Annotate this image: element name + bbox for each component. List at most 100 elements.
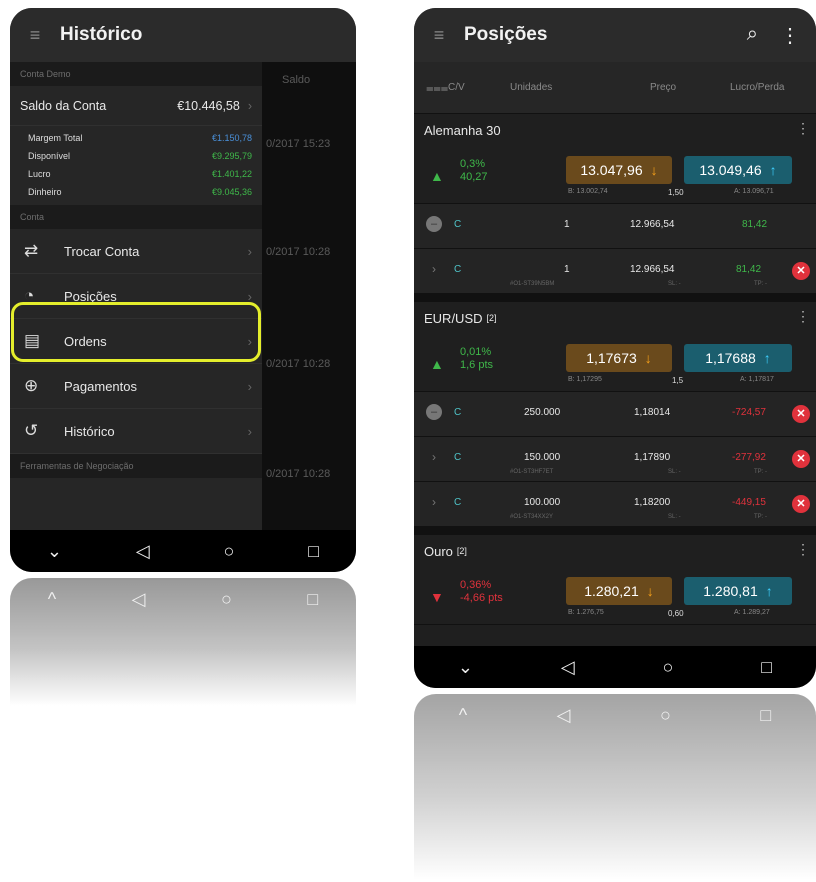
currency-icon: ⊕ [24,376,39,395]
change-percent: 0,01% [460,346,492,358]
left-phone: ≡ Histórico Conta Demo Saldo da Conta €1… [10,8,356,572]
instrument-title: EUR/USD [2] ⋮ [414,302,816,334]
position-side: C [454,264,462,275]
position-units: 1 [564,219,570,230]
take-profit: TP: - [754,514,767,520]
left-system-nav-bar: ⌄ ◁ ○ □ [10,530,356,572]
position-units: 150.000 [524,452,561,463]
change-percent: 0,36% [460,579,492,591]
bid-low: B: 1.276,75 [568,609,604,616]
separator [414,294,816,302]
right-system-nav-bar: ⌄ ◁ ○ □ [414,646,816,688]
buy-button[interactable]: 1.280,81 ↑ [684,577,792,605]
buy-button[interactable]: 13.049,46 ↑ [684,156,792,184]
instrument-menu-icon[interactable]: ⋮ [796,120,810,137]
collapse-circle-icon[interactable]: – [426,404,442,420]
recents-icon[interactable]: □ [761,657,772,678]
position-detail-row[interactable]: › C 100.000 1,18200 -449,15 #O1-ST34XX2Y… [414,482,816,527]
back-icon[interactable]: ◁ [561,657,575,678]
position-summary-row[interactable]: – C 1 12.966,54 81,42 [414,204,816,249]
metric-value: €9.295,79 [211,151,252,161]
position-side: C [454,407,462,418]
menu-item-label: Histórico [64,423,115,439]
collapse-icon[interactable]: ⌄ [458,657,473,678]
sort-icon[interactable]: ⩶ [426,80,448,96]
collapse-icon[interactable]: ⌄ [47,541,62,562]
history-timestamp: 0/2017 10:28 [266,358,331,370]
sell-arrow-icon: ↓ [646,583,654,599]
instrument-title: Ouro [2] ⋮ [414,535,816,567]
search-icon[interactable]: ⌕ [747,23,758,48]
close-position-icon[interactable]: ✕ [792,262,810,280]
position-id: #O1-ST34XX2Y [510,514,554,520]
collapse-circle-icon[interactable]: – [426,216,442,232]
change-absolute: 40,27 [460,171,488,183]
chevron-right-icon[interactable]: › [432,495,436,509]
home-icon[interactable]: ○ [663,657,674,678]
buy-price: 13.049,46 [699,162,762,178]
dim-header: Saldo [282,74,311,86]
column-pl[interactable]: Lucro/Perda [730,82,784,93]
account-metric-row: Margem Total €1.150,78 [10,129,262,147]
position-id: #O1-ST39N5BM [510,281,555,287]
metric-label: Margem Total [28,133,83,143]
chevron-right-icon: › [247,243,252,259]
reflected-back-icon: ◁ [131,588,146,609]
reflected-home-icon: ○ [221,588,232,609]
menu-item-pagamentos[interactable]: ⊕ Pagamentos › [10,364,262,409]
left-app-bar: ≡ Histórico [10,8,356,62]
position-pl: 81,42 [742,219,768,230]
sell-button[interactable]: 1,17673 ↓ [566,344,672,372]
buy-price: 1.280,81 [703,583,758,599]
home-icon[interactable]: ○ [224,541,235,562]
right-app-bar: ≡ Posições ⌕ ⋮ [414,8,816,62]
chevron-right-icon[interactable]: › [432,262,436,276]
metric-label: Lucro [28,169,51,179]
metric-value: €1.150,78 [211,133,252,143]
account-metric-row: Disponível €9.295,79 [10,147,262,165]
stop-loss: SL: - [668,469,681,475]
position-detail-row[interactable]: › C 150.000 1,17890 -277,92 #O1-ST3HF7ET… [414,437,816,482]
change-block: 0,3% 40,27 [460,158,488,184]
conta-header: Conta [10,205,262,229]
close-position-icon[interactable]: ✕ [792,450,810,468]
saldo-label: Saldo da Conta [20,98,107,113]
reflected-collapse-icon: ^ [458,704,468,725]
column-cv[interactable]: C/V [448,82,465,93]
sell-button[interactable]: 13.047,96 ↓ [566,156,672,184]
up-arrow-icon: ▲ [430,356,444,372]
chevron-right-icon: › [247,98,252,113]
sell-button[interactable]: 1.280,21 ↓ [566,577,672,605]
menu-item-label: Trocar Conta [64,243,140,259]
recents-icon[interactable]: □ [308,541,319,562]
swap-icon: ⇄ [24,241,39,260]
saldo-row[interactable]: Saldo da Conta €10.446,58 › [10,86,262,126]
position-id: #O1-ST3HF7ET [510,469,554,475]
menu-icon[interactable]: ≡ [414,25,464,46]
buy-button[interactable]: 1,17688 ↑ [684,344,792,372]
ask-high: A: 13.096,71 [734,188,774,195]
position-pl: -724,57 [732,407,766,418]
menu-item-historico[interactable]: ↺ Histórico › [10,409,262,454]
column-price[interactable]: Preço [650,82,676,93]
close-position-icon[interactable]: ✕ [792,405,810,423]
instrument-menu-icon[interactable]: ⋮ [796,541,810,558]
instrument-menu-icon[interactable]: ⋮ [796,308,810,325]
spread: 0,60 [668,609,684,618]
menu-icon[interactable]: ≡ [10,25,60,46]
reflected-home-icon: ○ [660,704,671,725]
position-summary-row[interactable]: – C 250.000 1,18014 -724,57 ✕ [414,392,816,437]
chevron-right-icon[interactable]: › [432,450,436,464]
reflected-recents-icon: □ [760,704,772,725]
menu-item-trocar-conta[interactable]: ⇄ Trocar Conta › [10,229,262,274]
take-profit: TP: - [754,469,767,475]
close-position-icon[interactable]: ✕ [792,495,810,513]
metric-value: €9.045,36 [211,187,252,197]
overflow-menu-icon[interactable]: ⋮ [780,23,800,48]
position-price: 12.966,54 [630,264,675,275]
bid-low: B: 1,17295 [568,376,602,383]
column-units[interactable]: Unidades [510,82,552,93]
position-side: C [454,452,462,463]
back-icon[interactable]: ◁ [136,541,150,562]
position-detail-row[interactable]: › C 1 12.966,54 81,42 #O1-ST39N5BM SL: -… [414,249,816,294]
